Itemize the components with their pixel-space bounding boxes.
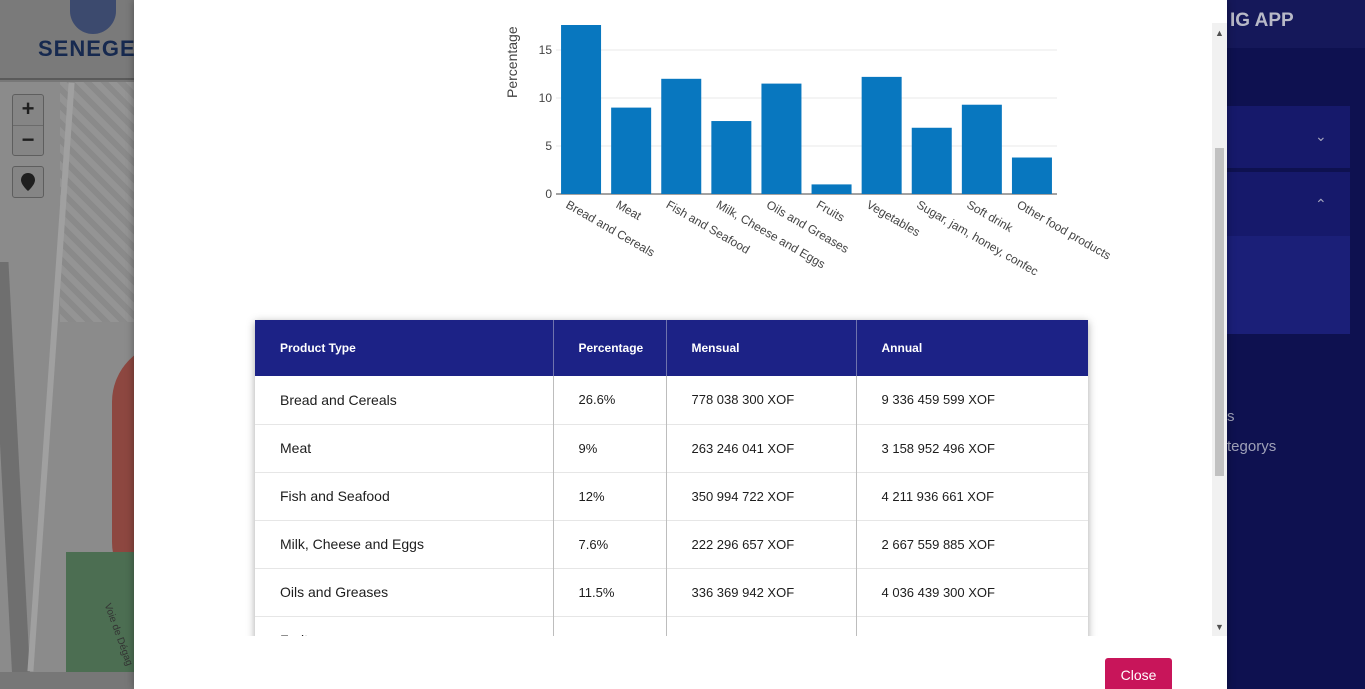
x-tick-label: Vegetables [864, 197, 922, 239]
x-tick-label: Fruits [814, 197, 847, 224]
cell-percentage: 26.6% [553, 376, 667, 424]
chart-bar[interactable] [561, 25, 602, 194]
side-panel [1227, 0, 1365, 689]
y-tick-label: 5 [545, 139, 552, 153]
x-tick-label: Meat [614, 197, 645, 223]
chart-bar[interactable] [711, 121, 752, 194]
cell-product: Bread and Cereals [255, 376, 554, 424]
x-tick-label: Other food products [1014, 197, 1113, 262]
cell-annual: 4 036 439 300 XOF [881, 584, 995, 600]
logo-globe-icon [70, 0, 116, 34]
side-text-2: tegorys [1227, 438, 1277, 455]
chart-bar[interactable] [1011, 157, 1052, 194]
zoom-out-button[interactable]: − [13, 125, 43, 155]
scroll-down-arrow-icon[interactable]: ▼ [1212, 620, 1227, 634]
table-row: Bread and Cereals 26.6% 778 038 300 XOF … [255, 376, 1088, 424]
table-row: Milk, Cheese and Eggs 7.6% 222 296 657 X… [255, 520, 1088, 568]
cell-percentage [553, 616, 667, 636]
percentage-bar-chart: 0 5 10 15 Bread and CerealsMeat Fish and Sea… [504, 25, 1113, 279]
table-row: Oils and Greases 11.5% 336 369 942 XOF 4… [255, 568, 1088, 616]
table-row: Fish and Seafood 12% 350 994 722 XOF 4 2… [255, 472, 1088, 520]
cell-percentage: 11.5% [553, 568, 667, 616]
x-tick-label: Bread and Cereals [564, 197, 658, 259]
cell-mensual: 263 246 041 XOF [666, 424, 857, 472]
chart-bar[interactable] [811, 184, 852, 194]
cell-percentage: 7.6% [553, 520, 667, 568]
chart-bar[interactable] [611, 107, 652, 194]
map-runway [0, 262, 32, 672]
chevron-up-icon: ⌃ [1315, 196, 1327, 212]
cell-percentage: 12% [553, 472, 667, 520]
cell-annual: 2 667 559 885 XOF [881, 536, 995, 552]
side-text-1: s [1227, 408, 1235, 425]
cell-percentage: 9% [553, 424, 667, 472]
y-tick-label: 15 [539, 43, 553, 57]
header-percentage[interactable]: Percentage [553, 320, 667, 376]
cell-product: Meat [255, 424, 554, 472]
expenses-table: Product Type Percentage Mensual Annual B… [255, 320, 1088, 636]
chart-bar[interactable] [961, 104, 1002, 194]
logo-text: SENEGE [38, 36, 136, 61]
map-marker-icon [21, 173, 35, 191]
cell-mensual: 778 038 300 XOF [666, 376, 857, 424]
cell-mensual: 350 994 722 XOF [666, 472, 857, 520]
side-accordion-1[interactable] [1227, 106, 1350, 168]
table-header-row: Product Type Percentage Mensual Annual [255, 320, 1088, 376]
table-row: Meat 9% 263 246 041 XOF 3 158 952 496 XO… [255, 424, 1088, 472]
locate-button[interactable] [12, 166, 44, 198]
scroll-up-arrow-icon[interactable]: ▲ [1212, 26, 1227, 40]
cell-product: Oils and Greases [255, 568, 554, 616]
table-row: Fruits [255, 616, 1088, 636]
cell-annual [856, 616, 1088, 636]
modal-body[interactable]: 0 5 10 15 Bread and Cereals Meat Fish and Sea… [134, 0, 1227, 636]
y-tick-label: 10 [539, 91, 553, 105]
x-tick-label: Fish and Seafood [664, 197, 752, 256]
chart-bar[interactable] [661, 78, 702, 194]
close-button[interactable]: Close [1105, 658, 1172, 689]
zoom-control: + − [12, 94, 44, 156]
cell-mensual [666, 616, 857, 636]
chart-bar[interactable] [861, 76, 902, 194]
chevron-down-icon: ⌄ [1315, 128, 1327, 144]
zoom-in-button[interactable]: + [13, 95, 43, 125]
cell-product: Milk, Cheese and Eggs [255, 520, 554, 568]
cell-mensual: 222 296 657 XOF [666, 520, 857, 568]
side-accordion-2-content [1227, 236, 1350, 334]
cell-annual: 4 211 936 661 XOF [881, 488, 995, 504]
chart-bar[interactable] [911, 127, 952, 194]
header-product-type[interactable]: Product Type [255, 320, 554, 376]
cell-mensual: 336 369 942 XOF [666, 568, 857, 616]
app-title: IG APP [1230, 10, 1294, 31]
cell-product: Fruits [255, 616, 554, 636]
cell-product: Fish and Seafood [255, 472, 554, 520]
y-axis-label: Percentage [504, 26, 520, 98]
cell-annual: 3 158 952 496 XOF [881, 440, 995, 456]
cell-annual: 9 336 459 599 XOF [881, 392, 995, 408]
scroll-thumb[interactable] [1215, 148, 1224, 476]
chart-bar[interactable] [761, 83, 802, 194]
header-mensual[interactable]: Mensual [666, 320, 857, 376]
header-annual[interactable]: Annual [856, 320, 1088, 376]
y-tick-label: 0 [545, 187, 552, 201]
statistics-modal: 0 5 10 15 Bread and Cereals Meat Fish and Sea… [134, 0, 1227, 689]
